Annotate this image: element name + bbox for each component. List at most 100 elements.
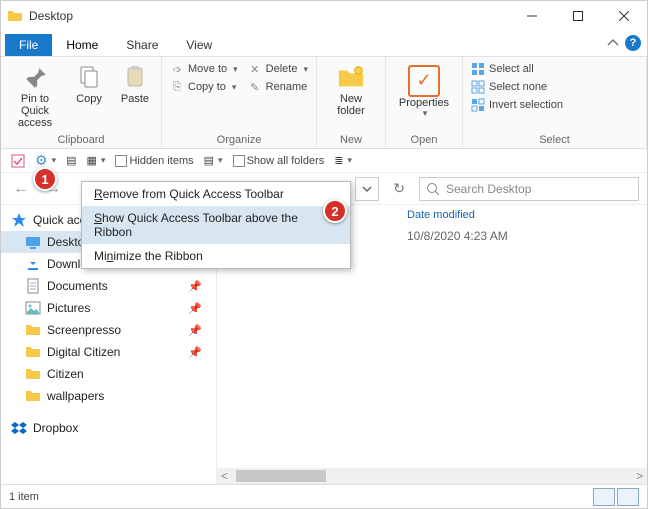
tree-item-label: Documents [47,279,108,293]
help-icon[interactable]: ? [625,35,641,51]
new-folder-label: New folder [337,93,365,117]
select-none-icon [471,80,485,94]
collapse-ribbon-icon[interactable] [607,37,619,49]
folder-icon [25,388,41,404]
rename-button[interactable]: ✎Rename [246,79,310,95]
group-title-organize: Organize [168,132,310,148]
chevron-down-icon: ▾ [233,64,238,75]
view-mode-buttons [593,488,639,506]
ribbon: Pin to Quick access Copy Paste Clipboard… [1,57,647,149]
maximize-button[interactable] [555,1,601,31]
ctx-label-1: how Quick Access Toolbar above the Ribbo… [94,211,298,239]
desktop-icon [25,234,41,250]
tab-view[interactable]: View [172,34,226,56]
delete-icon: ✕ [248,62,262,76]
rename-icon: ✎ [248,80,262,94]
status-bar: 1 item [1,484,647,508]
tree-item-label: wallpapers [47,389,104,403]
dropbox-icon [11,420,27,436]
pin-icon [21,63,49,91]
group-title-clipboard: Clipboard [7,132,155,148]
folder-icon [7,8,23,24]
star-icon [11,212,27,228]
file-tab[interactable]: File [5,34,52,56]
chevron-down-icon: ▾ [303,64,308,75]
new-folder-button[interactable]: New folder [323,59,379,132]
minimize-button[interactable] [509,1,555,31]
refresh-button[interactable]: ↻ [387,180,411,197]
scrollbar-thumb[interactable] [236,470,326,482]
doc-icon [25,278,41,294]
qat-show-all-folders[interactable]: Show all folders [231,153,327,169]
properties-icon: ✓ [408,65,440,97]
invert-selection-button[interactable]: Invert selection [469,97,565,113]
paste-label: Paste [121,93,149,105]
folder-icon [25,344,41,360]
qat-item[interactable]: ▦▾ [85,152,108,169]
search-input[interactable]: Search Desktop [419,177,639,201]
select-all-icon [471,62,485,76]
details-view-button[interactable] [593,488,615,506]
close-button[interactable] [601,1,647,31]
group-title-select: Select [469,132,640,148]
copy-to-button[interactable]: ⎘Copy to▾ [168,79,240,95]
qat-item[interactable] [9,152,27,170]
tree-item-pictures[interactable]: Pictures📌 [1,297,216,319]
move-to-button[interactable]: ➩Move to▾ [168,61,240,77]
move-icon: ➩ [170,62,184,76]
ctx-label-0: emove from Quick Access Toolbar [103,187,284,201]
qat-item[interactable]: ▤ [64,152,78,169]
properties-button[interactable]: ✓ Properties ▾ [392,59,456,132]
paste-icon [121,63,149,91]
tree-item-citizen[interactable]: Citizen [1,363,216,385]
group-title-open: Open [392,132,456,148]
invert-selection-icon [471,98,485,112]
col-date-modified[interactable]: Date modified [407,209,475,221]
tree-item-screenpresso[interactable]: Screenpresso📌 [1,319,216,341]
tree-item-label: Digital Citizen [47,345,120,359]
copy-button[interactable]: Copy [69,59,109,132]
tab-home[interactable]: Home [52,34,112,56]
title-bar: Desktop [1,1,647,31]
ctx-minimize-ribbon[interactable]: Minimize the Ribbon [82,244,350,268]
ctx-show-qat-above-ribbon[interactable]: Show Quick Access Toolbar above the Ribb… [82,206,350,244]
thumbnails-view-button[interactable] [617,488,639,506]
tree-item-label: Screenpresso [47,323,121,337]
back-button[interactable]: ← [9,180,33,198]
copy-icon [75,63,103,91]
horizontal-scrollbar[interactable]: < > [217,468,647,484]
ctx-label-2: imize the Ribbon [113,249,202,263]
pic-icon [25,300,41,316]
qat-item[interactable]: ▤▾ [202,152,225,169]
tree-item-label: Pictures [47,301,90,315]
quick-access-toolbar: ⚙▾ ▤ ▦▾ Hidden items ▤▾ Show all folders… [1,149,647,173]
dropbox-root[interactable]: Dropbox [1,417,216,439]
ribbon-group-new: New folder New [317,57,386,148]
download-icon [25,256,41,272]
ctx-remove-from-qat[interactable]: Remove from Quick Access Toolbar [82,182,350,206]
ribbon-group-open: ✓ Properties ▾ Open [386,57,463,148]
tab-share[interactable]: Share [112,34,172,56]
delete-button[interactable]: ✕Delete▾ [246,61,310,77]
tree-item-wallpapers[interactable]: wallpapers [1,385,216,407]
paste-button[interactable]: Paste [115,59,155,132]
ribbon-tabs: File Home Share View ? [1,31,647,57]
dropbox-label: Dropbox [33,421,78,435]
pin-to-quick-access-button[interactable]: Pin to Quick access [7,59,63,132]
pin-label: Pin to Quick access [7,93,63,129]
address-history-button[interactable] [355,177,379,201]
new-folder-icon [337,63,365,91]
ribbon-group-select: Select all Select none Invert selection … [463,57,647,148]
ribbon-group-organize: ➩Move to▾ ⎘Copy to▾ ✕Delete▾ ✎Rename Org… [162,57,317,148]
qat-item[interactable]: ≣▾ [332,152,354,169]
tree-item-label: Citizen [47,367,84,381]
qat-hidden-items[interactable]: Hidden items [113,153,195,169]
pin-icon: 📌 [188,280,202,293]
select-none-button[interactable]: Select none [469,79,565,95]
tree-item-digital-citizen[interactable]: Digital Citizen📌 [1,341,216,363]
chevron-down-icon: ▾ [232,82,237,93]
tree-item-documents[interactable]: Documents 📌 [1,275,216,297]
item-date: 10/8/2020 4:23 AM [407,229,508,243]
ribbon-group-clipboard: Pin to Quick access Copy Paste Clipboard [1,57,162,148]
select-all-button[interactable]: Select all [469,61,565,77]
